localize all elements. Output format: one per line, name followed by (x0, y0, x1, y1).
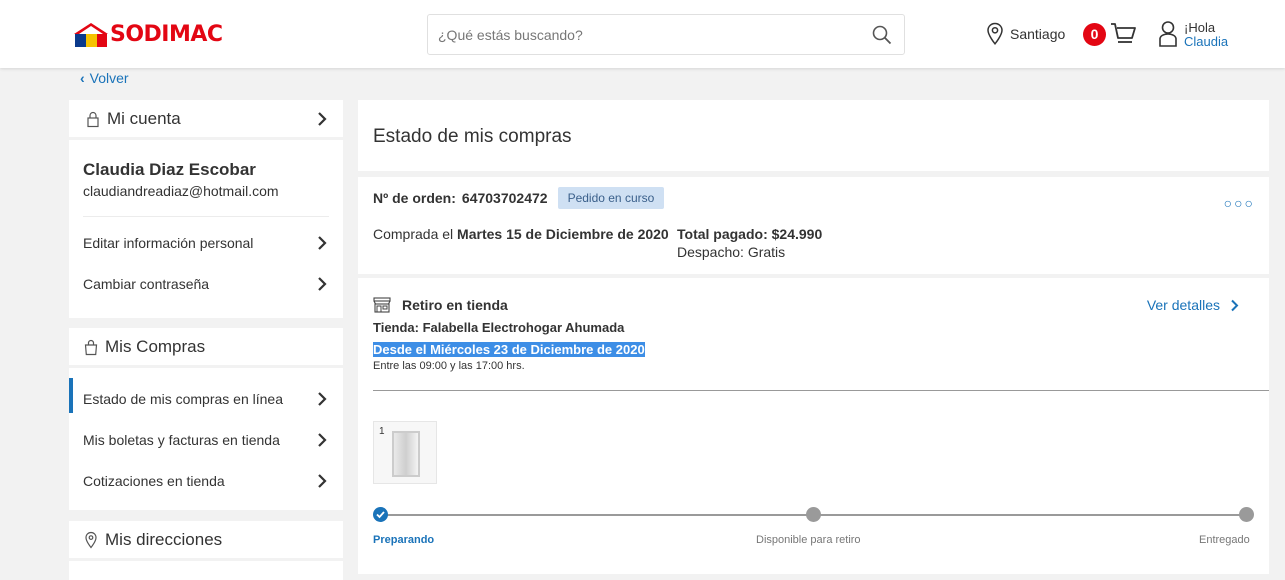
shopping-cart-icon[interactable] (1110, 21, 1138, 47)
chevron-right-icon (318, 473, 327, 488)
house-logo-icon (74, 23, 108, 47)
chevron-right-icon (318, 432, 327, 447)
sidebar-item-store-quotes[interactable]: Cotizaciones en tienda (69, 460, 343, 501)
purchased-prefix: Comprada el (373, 226, 454, 242)
sodimac-logo[interactable]: SODIMAC (73, 22, 223, 48)
user-name: Claudia (1184, 34, 1229, 49)
account-header-card[interactable]: Mi cuenta (69, 100, 343, 137)
step-label-preparing: Preparando (373, 534, 435, 546)
user-greeting[interactable]: ¡Hola Claudia (1184, 21, 1228, 49)
account-card: Claudia Diaz Escobar claudiandreadiaz@ho… (69, 140, 343, 318)
more-dots-icon[interactable]: ○○○ (1224, 195, 1255, 211)
order-number: 64703702472 (461, 190, 548, 206)
addresses-header[interactable]: Mis direcciones (69, 521, 343, 558)
pickup-card: Retiro en tienda Ver detalles Tienda: Fa… (358, 278, 1269, 574)
addresses-card (69, 561, 343, 580)
purchased-date: Martes 15 de Diciembre de 2020 (457, 226, 669, 242)
sidebar-item-store-receipts[interactable]: Mis boletas y facturas en tienda (69, 419, 343, 460)
product-image (392, 431, 420, 477)
greeting-text: ¡Hola (1184, 20, 1216, 35)
store-icon (373, 297, 391, 313)
sidebar-item-online-purchases[interactable]: Estado de mis compras en línea (69, 378, 343, 419)
chevron-right-icon (1231, 299, 1239, 311)
sidebar-item-label: Estado de mis compras en línea (83, 390, 283, 407)
purchases-header: Mis Compras (69, 328, 343, 365)
chevron-right-icon (318, 235, 327, 250)
search-input[interactable] (438, 25, 858, 45)
chevron-right-icon (318, 276, 327, 291)
shipping-cost: Despacho: Gratis (677, 244, 786, 260)
step-dot-done (373, 507, 388, 522)
page-title: Estado de mis compras (373, 126, 572, 147)
user-email: claudiandreadiaz@hotmail.com (83, 183, 279, 199)
shopping-bag-icon (84, 339, 98, 355)
pickup-from-date: Desde el Miércoles 23 de Diciembre de 20… (373, 342, 645, 357)
user-full-name: Claudia Diaz Escobar (83, 160, 256, 179)
chevron-left-icon: ‹ (80, 70, 85, 86)
addresses-header-card: Mis direcciones (69, 521, 343, 558)
sidebar-item-edit-info[interactable]: Editar información personal (69, 222, 343, 263)
location-selector[interactable]: Santiago (986, 22, 1065, 46)
back-link[interactable]: ‹ Volver (80, 70, 129, 86)
purchases-card: Estado de mis compras en línea Mis bolet… (69, 368, 343, 510)
step-dot-pending (1239, 507, 1254, 522)
sidebar-item-label: Editar información personal (83, 234, 254, 251)
search-icon[interactable] (872, 25, 892, 45)
product-thumbnail[interactable]: 1 (373, 421, 437, 484)
total-paid: Total pagado: $24.990 (677, 226, 823, 242)
sidebar-item-label: Cambiar contraseña (83, 275, 210, 292)
back-label: Volver (89, 70, 129, 86)
purchases-header-card: Mis Compras (69, 328, 343, 365)
page-title-card: Estado de mis compras (358, 100, 1269, 171)
chevron-right-icon (318, 111, 327, 126)
location-pin-icon (987, 22, 1003, 45)
view-details-label: Ver detalles (1146, 297, 1220, 313)
product-quantity: 1 (379, 426, 385, 437)
chevron-right-icon (318, 391, 327, 406)
brand-name: SODIMAC (110, 22, 223, 47)
step-dot-pending (806, 507, 821, 522)
location-label: Santiago (1010, 26, 1066, 42)
divider (83, 216, 329, 217)
pickup-title: Retiro en tienda (402, 297, 508, 313)
check-icon (376, 511, 385, 519)
order-summary-card: Nº de orden: 64703702472 Pedido en curso… (358, 177, 1269, 274)
pickup-store: Tienda: Falabella Electrohogar Ahumada (373, 320, 625, 335)
status-badge: Pedido en curso (557, 187, 665, 209)
sidebar-item-change-password[interactable]: Cambiar contraseña (69, 263, 343, 304)
step-label-available: Disponible para retiro (756, 534, 861, 546)
location-pin-icon (85, 531, 97, 548)
step-label-delivered: Entregado (1199, 534, 1250, 546)
divider (373, 390, 1269, 391)
top-header: SODIMAC Santiago 0 ¡Hola Claudia (0, 0, 1285, 68)
lock-icon (87, 111, 99, 127)
search-bar (427, 14, 905, 55)
account-title: Mi cuenta (107, 108, 181, 128)
purchases-title: Mis Compras (105, 336, 206, 356)
sidebar-item-label: Cotizaciones en tienda (83, 472, 225, 489)
account-header[interactable]: Mi cuenta (69, 100, 343, 137)
order-number-label: Nº de orden: (373, 190, 456, 206)
cart-count-badge[interactable]: 0 (1083, 23, 1106, 46)
addresses-title: Mis direcciones (105, 529, 223, 549)
pickup-hours: Entre las 09:00 y las 17:00 hrs. (373, 360, 525, 372)
user-icon[interactable] (1157, 20, 1179, 48)
view-details-link[interactable]: Ver detalles (1147, 297, 1239, 313)
sidebar-item-label: Mis boletas y facturas en tienda (83, 431, 280, 448)
